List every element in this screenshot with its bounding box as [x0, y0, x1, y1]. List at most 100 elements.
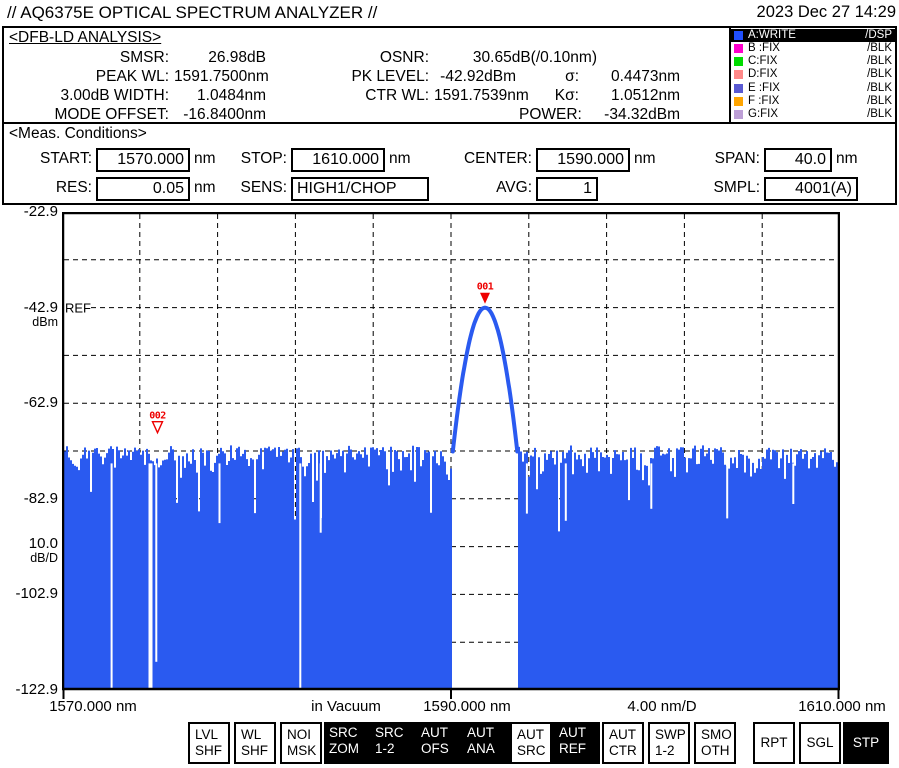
noise-trace: [62, 445, 840, 688]
analysis-sigma-value: 0.4473nm: [582, 68, 680, 86]
trace-row-f[interactable]: F :FIX/BLK: [731, 95, 895, 108]
analysis-pk-level-label: PK LEVEL:: [266, 68, 429, 86]
analysis-ctr-wl-value: 1591.7539nm: [434, 87, 516, 105]
span-input[interactable]: 40.0: [764, 148, 832, 172]
menu-button-noi-msk[interactable]: NOI MSK: [280, 722, 322, 764]
trace-row-c[interactable]: C:FIX/BLK: [731, 55, 895, 68]
menu-cell: AUT ANA: [462, 722, 508, 764]
y-axis-unit: dBm: [0, 315, 58, 329]
center-input[interactable]: 1590.000: [536, 148, 630, 172]
start-input[interactable]: 1570.000: [96, 148, 190, 172]
spectrum-plot[interactable]: REF001002: [62, 212, 840, 704]
trace-color-swatch: [734, 44, 743, 53]
conditions-section-label: <Meas. Conditions>: [9, 125, 147, 143]
menu-cell: SRC ZOM: [324, 722, 370, 764]
trace-row-g[interactable]: G:FIX/BLK: [731, 108, 895, 121]
trace-dropout: [149, 463, 153, 688]
menu-button-src-1-2[interactable]: SRC 1-2: [370, 722, 416, 764]
trace-color-swatch: [734, 110, 743, 119]
menu-button-swp-1-2[interactable]: SWP 1-2: [648, 722, 690, 764]
menu-button-smo-oth[interactable]: SMO OTH: [694, 722, 736, 764]
trace-row-d[interactable]: D:FIX/BLK: [731, 68, 895, 81]
menu-button-stp[interactable]: STP: [843, 722, 889, 764]
trace-dropout: [320, 463, 322, 532]
trace-label: G:FIX: [748, 108, 778, 121]
y-axis-label: -62.9: [0, 394, 58, 411]
menu-cell: AUT OFS: [416, 722, 462, 764]
center-label: CENTER:: [447, 150, 532, 168]
trace-row-e[interactable]: E :FIX/BLK: [731, 82, 895, 95]
y-axis-label: -102.9: [0, 585, 58, 602]
menu-cell: AUT CTR: [600, 722, 646, 764]
menu-button-src-zom[interactable]: SRC ZOM: [324, 722, 370, 764]
res-input[interactable]: 0.05: [96, 177, 190, 201]
trace-status: /DSP: [865, 29, 892, 42]
trace-color-swatch: [734, 84, 743, 93]
trace-status: /BLK: [867, 95, 892, 108]
trace-label: D:FIX: [748, 68, 777, 81]
analysis-osnr-label: OSNR:: [266, 49, 429, 67]
trace-status: /BLK: [867, 42, 892, 55]
span-unit: nm: [836, 150, 858, 168]
app-title: // AQ6375E OPTICAL SPECTRUM ANALYZER //: [7, 3, 377, 23]
meas-conditions-panel: <Meas. Conditions> START:1570.000 nm STOP:…: [2, 122, 897, 205]
trace-status: /BLK: [867, 82, 892, 95]
smpl-input[interactable]: 4001(A): [764, 177, 858, 201]
analysis-section-label: <DFB-LD ANALYSIS>: [9, 29, 161, 47]
trace-color-swatch: [734, 97, 743, 106]
trace-row-a[interactable]: A:WRITE/DSP: [731, 29, 895, 42]
menu-cell: AUT REF: [554, 722, 600, 764]
res-label: RES:: [8, 179, 92, 197]
menu-button-aut-src[interactable]: AUT SRC: [510, 722, 552, 764]
menu-button-aut-ana[interactable]: AUT ANA: [462, 722, 508, 764]
trace-dropout: [299, 463, 301, 688]
trace-status: /BLK: [867, 68, 892, 81]
menu-cell: NOI MSK: [278, 722, 324, 764]
menu-button-sgl[interactable]: SGL: [799, 722, 841, 764]
trace-row-b[interactable]: B :FIX/BLK: [731, 42, 895, 55]
analysis-sigma-label: σ:: [519, 68, 579, 86]
analysis-smsr-value: 26.98dB: [174, 49, 266, 67]
menu-button-aut-ref[interactable]: AUT REF: [554, 722, 600, 764]
analysis-osnr-value: 30.65dB(/0.10nm): [434, 49, 597, 67]
span-label: SPAN:: [690, 150, 760, 168]
trace-legend: A:WRITE/DSPB :FIX/BLKC:FIX/BLKD:FIX/BLKE…: [729, 26, 897, 124]
menu-cell: WL SHF: [232, 722, 278, 764]
avg-input[interactable]: 1: [536, 177, 598, 201]
analysis-k-sigma-label: Kσ:: [519, 87, 579, 105]
trace-label: F :FIX: [748, 95, 779, 108]
y-axis-label: -42.9: [0, 299, 58, 316]
stop-unit: nm: [389, 150, 411, 168]
stop-label: STOP:: [202, 150, 287, 168]
trace-status: /BLK: [867, 108, 892, 121]
trace-label: E :FIX: [748, 82, 780, 95]
menu-button-rpt[interactable]: RPT: [753, 722, 795, 764]
analysis-width-3db-value: 1.0484nm: [174, 87, 266, 105]
y-axis-label: -82.9: [0, 490, 58, 507]
trace-label: B :FIX: [748, 42, 780, 55]
trace-dropout: [726, 463, 728, 518]
sens-input[interactable]: HIGH1/CHOP: [291, 177, 429, 201]
menu-button-lvl-shf[interactable]: LVL SHF: [188, 722, 230, 764]
start-label: START:: [8, 150, 92, 168]
analysis-ctr-wl-label: CTR WL:: [266, 87, 429, 105]
marker-002-icon[interactable]: [153, 422, 163, 433]
menu-button-aut-ofs[interactable]: AUT OFS: [416, 722, 462, 764]
trace-color-swatch: [734, 70, 743, 79]
sens-label: SENS:: [202, 179, 287, 197]
marker-001-label: 001: [477, 282, 494, 293]
center-unit: nm: [634, 150, 656, 168]
analysis-k-sigma-value: 1.0512nm: [582, 87, 680, 105]
trace-dropout: [155, 463, 157, 661]
stop-input[interactable]: 1610.000: [291, 148, 385, 172]
softkey-menu-right: RPTSGLSTP: [751, 722, 889, 764]
datetime: 2023 Dec 27 14:29: [757, 3, 896, 22]
menu-cell: LVL SHF: [186, 722, 232, 764]
menu-button-aut-ctr[interactable]: AUT CTR: [602, 722, 644, 764]
marker-001-icon[interactable]: [480, 293, 490, 304]
trace-label: A:WRITE: [748, 29, 796, 42]
analysis-width-3db-label: 3.00dB WIDTH:: [6, 87, 169, 105]
menu-button-wl-shf[interactable]: WL SHF: [234, 722, 276, 764]
menu-cell: SGL: [797, 722, 843, 764]
y-axis-label: -22.9: [0, 203, 58, 220]
